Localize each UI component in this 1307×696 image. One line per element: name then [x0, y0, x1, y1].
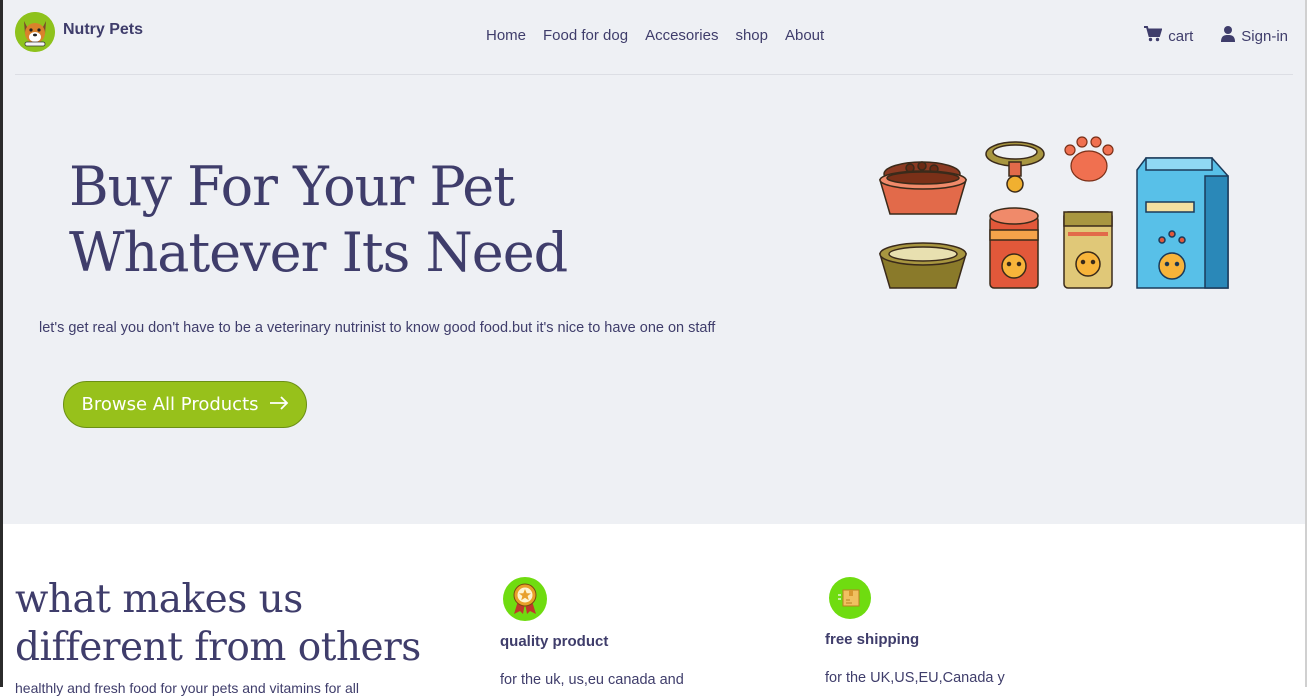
features-heading-line-2: different from others: [15, 625, 421, 670]
feature-text: for the uk, us,eu canada and: [500, 672, 684, 688]
nav-link-food-for-dog[interactable]: Food for dog: [543, 27, 628, 44]
brand-name: Nutry Pets: [63, 21, 144, 38]
nav-link-about[interactable]: About: [785, 27, 824, 44]
features-description: healthly and fresh food for your pets an…: [15, 680, 359, 696]
feature-quality-product: quality product for the uk, us,eu canada…: [500, 577, 684, 688]
sign-in-link[interactable]: Sign-in: [1221, 26, 1288, 46]
nav-divider: [15, 74, 1293, 75]
hero-title: Buy For Your Pet Whatever Its Need: [69, 154, 568, 286]
browse-all-products-button[interactable]: Browse All Products: [63, 381, 307, 428]
features-heading: what makes us different from others: [15, 576, 421, 672]
cart-link[interactable]: cart: [1144, 26, 1193, 46]
feature-text: for the UK,US,EU,Canada y: [825, 670, 1005, 686]
pet-supplies-illustration: [876, 136, 1236, 301]
shipping-box-icon: [829, 577, 871, 619]
feature-free-shipping: free shipping for the UK,US,EU,Canada y: [825, 577, 1005, 686]
dog-logo-icon: [15, 12, 55, 52]
hero-subtitle: let's get real you don't have to be a ve…: [39, 320, 716, 336]
hero-title-line-1: Buy For Your Pet: [69, 155, 515, 218]
nav-actions: cart Sign-in: [1144, 26, 1288, 46]
main-nav: Home Food for dog Accesories shop About: [486, 27, 824, 44]
sign-in-label: Sign-in: [1241, 27, 1288, 45]
award-badge-icon: [503, 577, 547, 621]
arrow-right-icon: [269, 394, 289, 415]
hero-title-line-2: Whatever Its Need: [69, 221, 568, 284]
nav-link-home[interactable]: Home: [486, 27, 526, 44]
cart-label: cart: [1168, 27, 1194, 45]
user-icon: [1221, 26, 1236, 46]
brand[interactable]: Nutry Pets: [15, 12, 143, 52]
nav-link-shop[interactable]: shop: [735, 27, 768, 44]
feature-title: quality product: [500, 633, 609, 650]
cart-icon: [1144, 26, 1163, 46]
feature-title: free shipping: [825, 631, 920, 648]
browse-button-label: Browse All Products: [81, 394, 259, 415]
features-heading-line-1: what makes us: [15, 577, 303, 622]
nav-link-accesories[interactable]: Accesories: [645, 27, 718, 44]
